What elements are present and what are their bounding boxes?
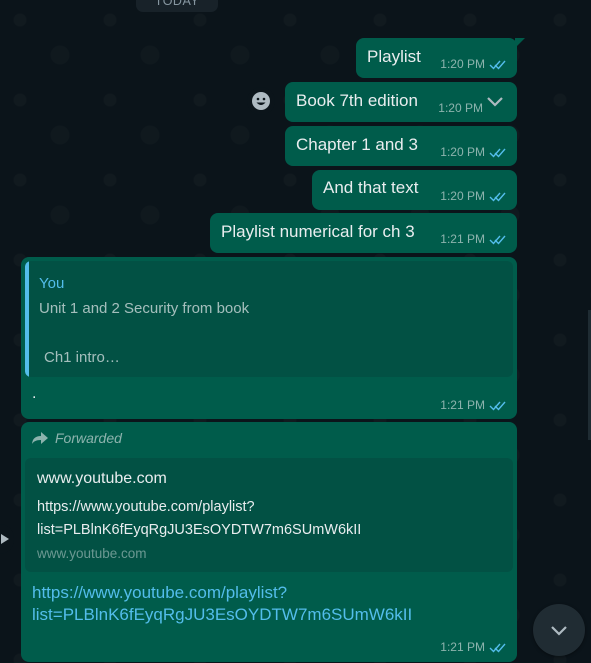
double-check-icon — [489, 401, 506, 411]
chevron-down-icon[interactable] — [485, 91, 505, 111]
link-preview-title: www.youtube.com — [37, 470, 167, 487]
link-preview-desc-line: https://www.youtube.com/playlist? — [37, 499, 255, 515]
message-meta: 1:21 PM — [440, 232, 507, 246]
message-text: . — [32, 385, 37, 402]
forward-arrow-icon — [32, 432, 48, 444]
quoted-author: You — [39, 275, 65, 292]
message-bubble[interactable]: Book 7th edition 1:20 PM — [285, 82, 517, 122]
date-divider: TODAY — [136, 0, 218, 12]
message-meta: 1:21 PM — [440, 398, 507, 412]
link-line[interactable]: https://www.youtube.com/playlist? — [32, 582, 412, 604]
message-bubble[interactable]: Chapter 1 and 3 1:20 PM — [285, 126, 517, 166]
quoted-message[interactable]: You Unit 1 and 2 Security from book Ch1 … — [25, 261, 513, 377]
emoji-reaction-button[interactable] — [247, 87, 275, 115]
reply-message-bubble[interactable]: You Unit 1 and 2 Security from book Ch1 … — [21, 257, 517, 419]
message-time: 1:20 PM — [438, 101, 483, 115]
message-meta: 1:20 PM — [440, 145, 507, 159]
message-time: 1:20 PM — [440, 189, 485, 203]
double-check-icon — [489, 643, 506, 653]
double-check-icon — [489, 192, 506, 202]
message-text: Playlist numerical for ch 3 — [221, 222, 415, 241]
double-check-icon — [489, 148, 506, 158]
message-time: 1:21 PM — [440, 398, 485, 412]
link-preview-desc-line: list=PLBlnK6fEyqRgJU3EsOYDTW7m6SUmW6kII — [37, 522, 362, 538]
double-check-icon — [489, 235, 506, 245]
emoji-icon — [252, 92, 270, 110]
message-meta: 1:21 PM — [440, 640, 507, 654]
link-preview-description: https://www.youtube.com/playlist? list=P… — [37, 496, 361, 542]
message-link[interactable]: https://www.youtube.com/playlist? list=P… — [32, 582, 412, 626]
message-text: And that text — [323, 178, 419, 197]
message-meta: 1:20 PM — [440, 57, 507, 71]
message-time: 1:20 PM — [440, 57, 485, 71]
forwarded-text: Forwarded — [55, 430, 122, 446]
quote-accent-bar — [25, 261, 29, 377]
link-preview[interactable]: www.youtube.com https://www.youtube.com/… — [25, 458, 513, 572]
message-text: Chapter 1 and 3 — [296, 135, 418, 154]
message-bubble[interactable]: Playlist numerical for ch 3 1:21 PM — [210, 213, 517, 253]
message-meta: 1:20 PM — [440, 189, 507, 203]
bubble-tail — [515, 38, 525, 48]
double-check-icon — [489, 60, 506, 70]
forwarded-message-bubble[interactable]: Forwarded www.youtube.com https://www.yo… — [21, 422, 517, 662]
link-preview-domain: www.youtube.com — [37, 546, 147, 561]
message-time: 1:21 PM — [440, 232, 485, 246]
link-line[interactable]: list=PLBlnK6fEyqRgJU3EsOYDTW7m6SUmW6kII — [32, 604, 412, 626]
play-arrow-icon — [1, 534, 9, 544]
scroll-down-icon — [551, 626, 567, 636]
message-text: Book 7th edition — [296, 91, 418, 110]
message-time: 1:20 PM — [440, 145, 485, 159]
quoted-text-line: Ch1 intro… — [44, 349, 120, 366]
message-bubble[interactable]: Playlist 1:20 PM — [356, 38, 525, 78]
message-time: 1:21 PM — [440, 640, 485, 654]
message-bubble[interactable]: And that text 1:20 PM — [312, 170, 517, 210]
quoted-text-line: Unit 1 and 2 Security from book — [39, 300, 250, 317]
forwarded-label: Forwarded — [31, 430, 122, 446]
scroll-to-bottom-button[interactable] — [533, 604, 585, 656]
message-meta: 1:20 PM — [438, 101, 483, 115]
message-text: Playlist — [367, 47, 421, 66]
